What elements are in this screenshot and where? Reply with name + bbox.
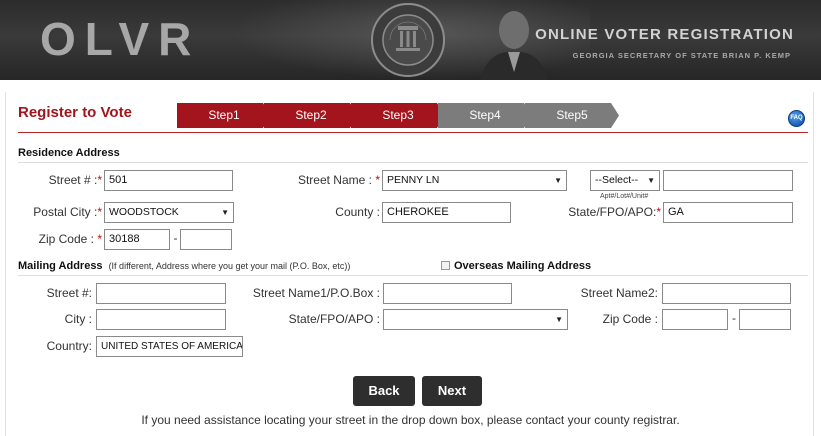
apt-unit-label: Apt#/Lot#/Unit# (600, 193, 649, 200)
mailing-city-label: City : (64, 312, 92, 326)
residence-heading: Residence Address (18, 147, 120, 159)
street-name-select[interactable]: PENNY LN ▼ (382, 170, 567, 191)
mailing-divider (18, 275, 808, 276)
mailing-zip-input[interactable] (662, 309, 728, 330)
olvr-logo: OLVR (40, 13, 201, 65)
street-name-label: Street Name : * (297, 173, 380, 187)
postal-city-label: Postal City :* (33, 205, 102, 219)
chevron-down-icon: ▼ (554, 176, 562, 185)
assistance-note: If you need assistance locating your str… (141, 413, 680, 427)
step-1: Step1 (177, 103, 271, 128)
state-seal-icon (371, 3, 445, 77)
mailing-street-number-label: Street #: (46, 286, 92, 300)
street-number-label: Street # :* (48, 173, 102, 187)
mailing-hint: (If different, Address where you get you… (108, 261, 351, 271)
chevron-down-icon: ▼ (647, 176, 655, 185)
step-5: Step5 (525, 103, 619, 128)
registration-panel: Register to Vote Step1 Step2 Step3 Step4… (5, 92, 814, 436)
step-4: Step4 (438, 103, 532, 128)
state-label: State/FPO/APO:* (568, 205, 661, 219)
postal-city-select[interactable]: WOODSTOCK ▼ (104, 202, 234, 223)
banner-subtitle: GEORGIA SECRETARY OF STATE BRIAN P. KEMP (572, 51, 791, 60)
chevron-down-icon: ▼ (555, 315, 563, 324)
street-name2-input[interactable] (662, 283, 791, 304)
county-label: County : (335, 205, 380, 219)
residence-divider (18, 162, 808, 163)
page-title: Register to Vote (18, 104, 132, 121)
mailing-state-select[interactable]: ▼ (383, 309, 568, 330)
zip-code-input[interactable]: 30188 (104, 229, 170, 250)
mailing-street-number-input[interactable] (96, 283, 226, 304)
apt-unit-input[interactable] (663, 170, 793, 191)
country-label: Country: (46, 339, 92, 353)
street-name2-label: Street Name2: (580, 286, 658, 300)
faq-icon[interactable]: FAQ (788, 110, 805, 127)
overseas-checkbox[interactable] (441, 261, 450, 270)
overseas-label: Overseas Mailing Address (454, 260, 592, 272)
state-input[interactable]: GA (663, 202, 793, 223)
header-banner: OLVR ONLINE VOTER REGISTRATION GEORGIA S… (0, 0, 821, 80)
step-3: Step3 (351, 103, 445, 128)
next-button[interactable]: Next (422, 376, 482, 406)
street-name1-label: Street Name1/P.O.Box : (252, 286, 380, 300)
banner-title: ONLINE VOTER REGISTRATION (535, 26, 794, 43)
mailing-heading: Mailing Address (If different, Address wh… (18, 260, 351, 272)
zip-code-label: Zip Code : * (38, 232, 102, 246)
step-2: Step2 (264, 103, 358, 128)
mailing-zip-label: Zip Code : (602, 312, 658, 326)
street-suffix-select[interactable]: --Select-- ▼ (590, 170, 660, 191)
title-divider (18, 132, 808, 133)
mailing-zip-separator: - (732, 311, 736, 325)
street-name1-input[interactable] (383, 283, 512, 304)
zip-separator: - (173, 231, 178, 245)
mailing-city-input[interactable] (96, 309, 226, 330)
chevron-down-icon: ▼ (221, 208, 229, 217)
street-number-input[interactable]: 501 (104, 170, 233, 191)
zip-extension-input[interactable] (180, 229, 232, 250)
back-button[interactable]: Back (353, 376, 415, 406)
country-input[interactable]: UNITED STATES OF AMERICA (96, 336, 243, 357)
mailing-state-label: State/FPO/APO : (288, 312, 380, 326)
mailing-zip-extension-input[interactable] (739, 309, 791, 330)
county-input[interactable]: CHEROKEE (382, 202, 511, 223)
